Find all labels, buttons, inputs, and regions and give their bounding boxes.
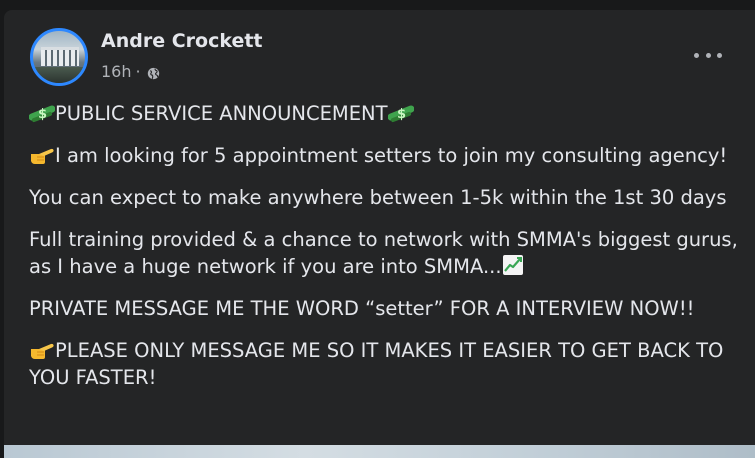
post-paragraph-3: You can expect to make anywhere between …: [29, 184, 749, 211]
avatar[interactable]: [30, 28, 88, 86]
post-paragraph-6: PLEASE ONLY MESSAGE ME SO IT MAKES IT EA…: [29, 337, 749, 391]
more-options-icon[interactable]: [694, 48, 722, 62]
meta-separator: ·: [135, 62, 141, 81]
post-meta: 16h ·: [101, 62, 160, 81]
svg-text:$: $: [397, 107, 406, 122]
avatar-ground: [33, 67, 85, 83]
pointing-hand-icon: [29, 145, 55, 165]
author-name[interactable]: Andre Crockett: [101, 30, 263, 52]
post-header: Andre Crockett 16h ·: [30, 28, 750, 92]
money-bag-icon: $: [29, 103, 55, 123]
post-paragraph-2: I am looking for 5 appointment setters t…: [29, 142, 749, 169]
post-timestamp[interactable]: 16h: [101, 62, 132, 81]
paragraph-text: PRIVATE MESSAGE ME THE WORD “setter” FOR…: [29, 297, 695, 320]
more-dot: [694, 52, 699, 58]
paragraph-text: PLEASE ONLY MESSAGE ME SO IT MAKES IT EA…: [29, 339, 724, 389]
paragraph-text: PUBLIC SERVICE ANNOUNCEMENT: [55, 102, 388, 125]
paragraph-text: Full training provided & a chance to net…: [29, 228, 738, 278]
post-image[interactable]: [4, 445, 755, 458]
post-card: Andre Crockett 16h · $ PUBLIC SERVICE AN…: [4, 10, 755, 458]
globe-icon[interactable]: [147, 65, 160, 80]
post-paragraph-5: PRIVATE MESSAGE ME THE WORD “setter” FOR…: [29, 295, 749, 322]
post-body: $ PUBLIC SERVICE ANNOUNCEMENT $ I am loo…: [29, 100, 749, 406]
pointing-hand-icon: [29, 340, 55, 360]
svg-text:$: $: [38, 107, 47, 122]
more-dot: [705, 52, 711, 58]
post-paragraph-1: $ PUBLIC SERVICE ANNOUNCEMENT $: [29, 100, 749, 127]
post-paragraph-4: Full training provided & a chance to net…: [29, 226, 749, 280]
avatar-building: [41, 47, 79, 66]
paragraph-text: You can expect to make anywhere between …: [29, 186, 727, 209]
money-bag-icon: $: [387, 103, 414, 123]
paragraph-text: I am looking for 5 appointment setters t…: [55, 144, 728, 167]
more-dot: [717, 52, 722, 58]
chart-increasing-icon: [502, 254, 524, 276]
